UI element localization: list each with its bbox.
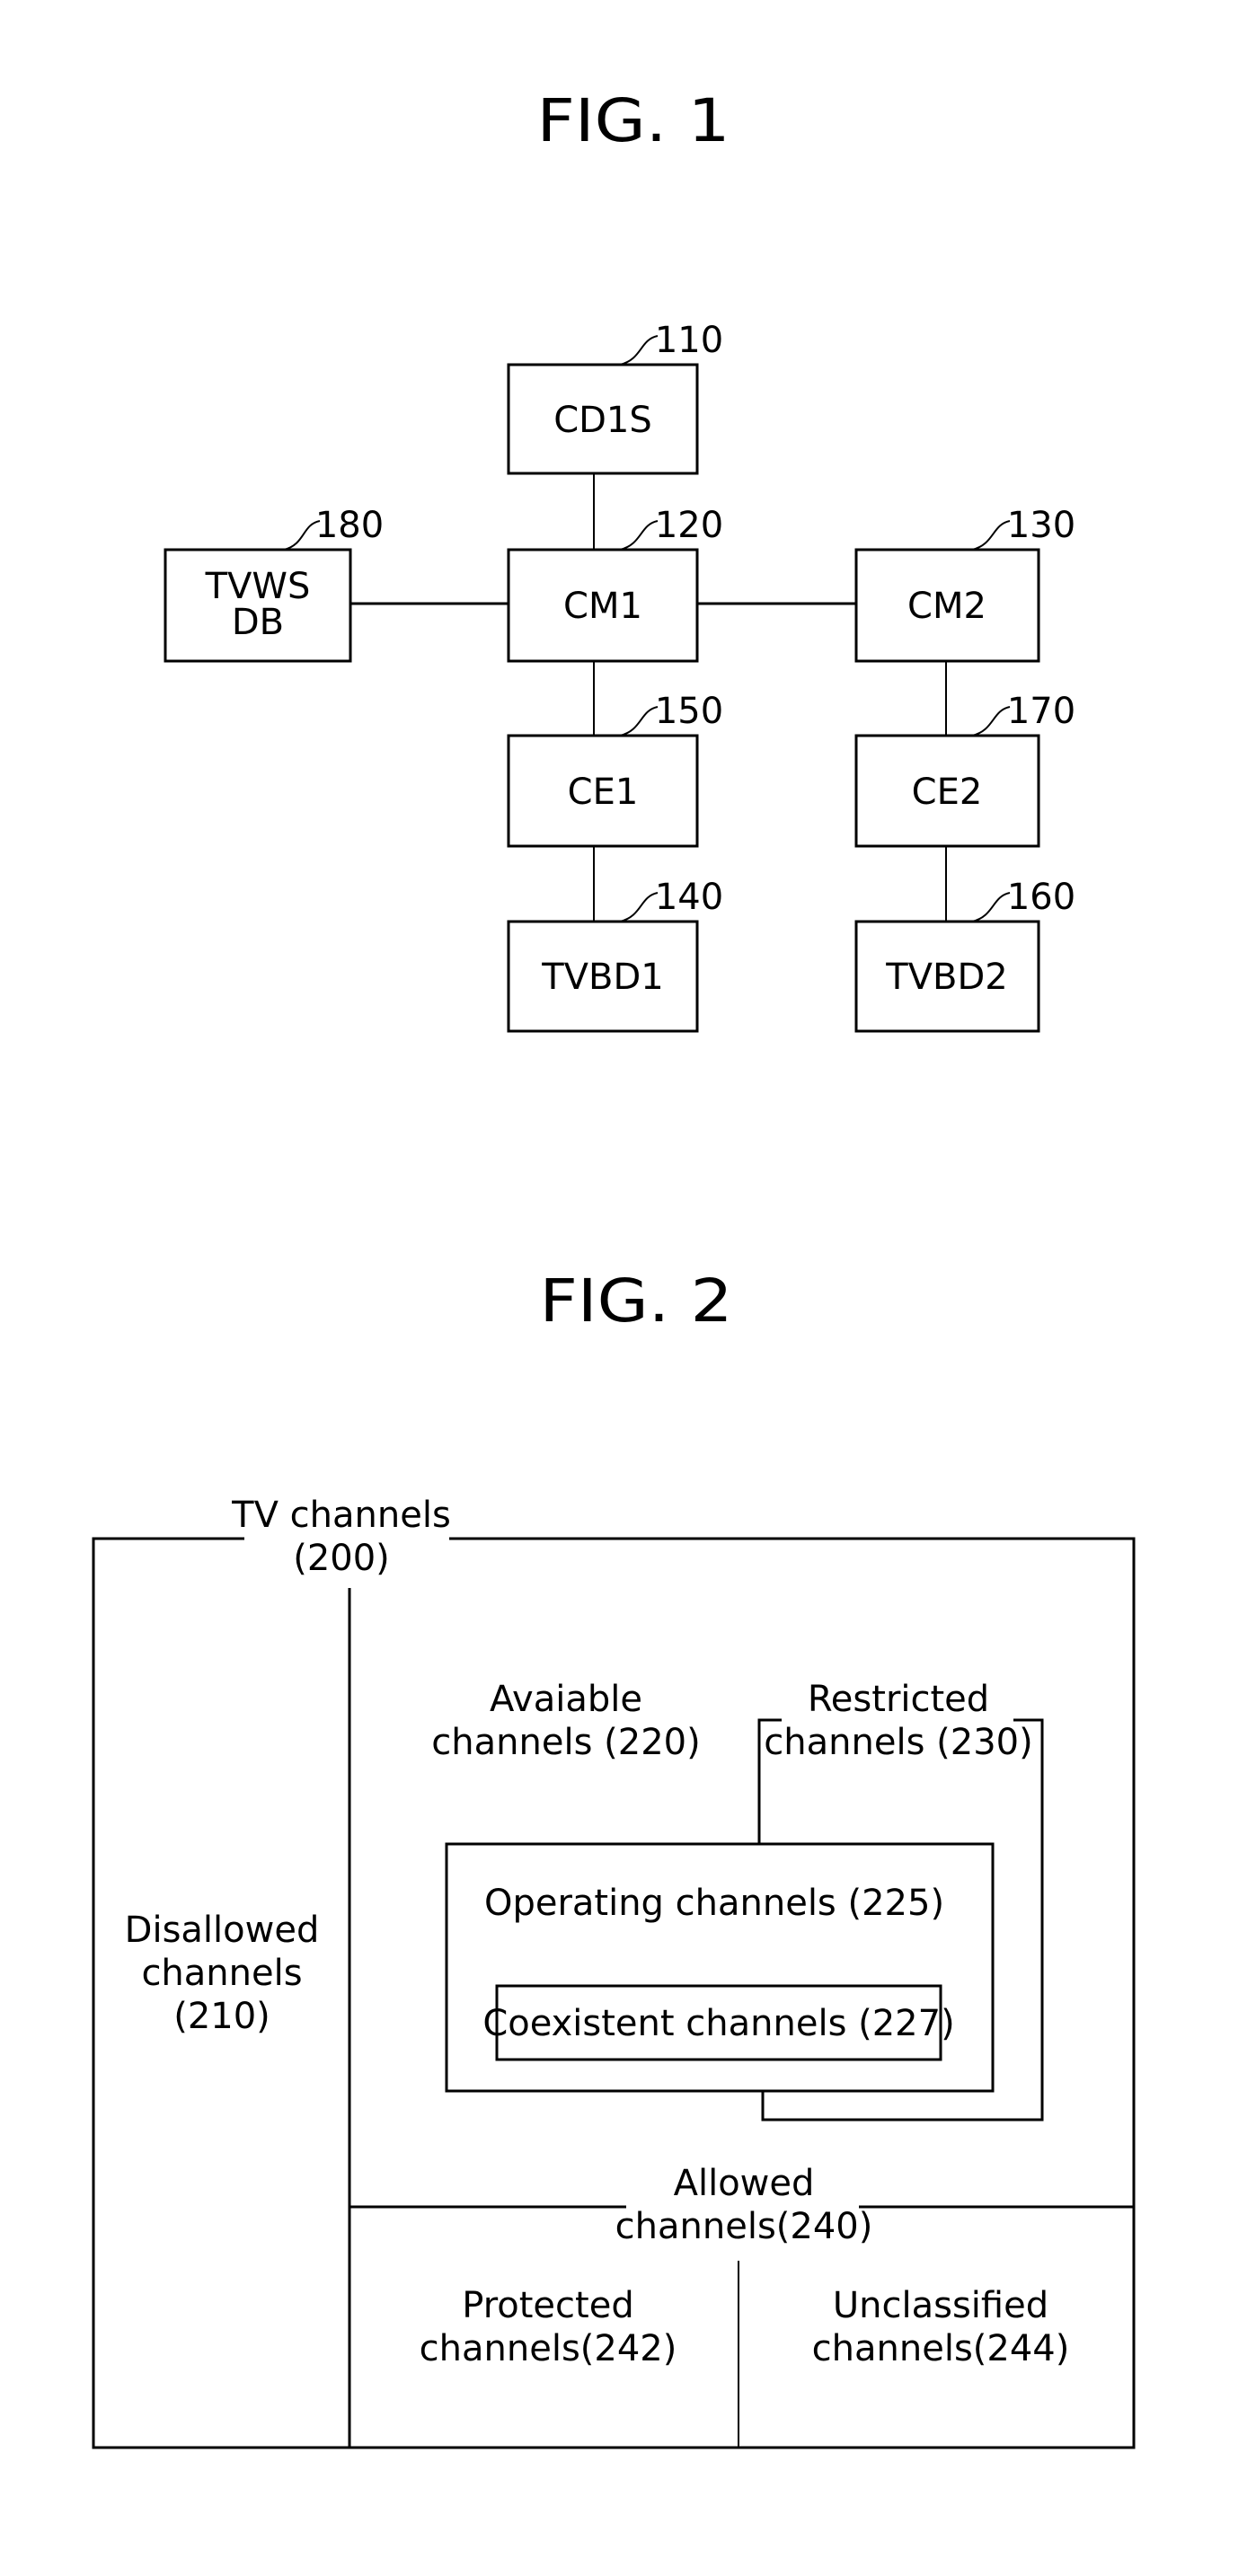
block-tvwsdb: TVWS DB 180 (164, 505, 384, 663)
available-channels-region: Avaiable channels (220) (431, 1679, 700, 1763)
ref-170: 170 (1007, 691, 1075, 732)
block-ce2-label: CE2 (912, 772, 983, 813)
block-ce1: CE1 150 (507, 691, 723, 848)
leader-line-120 (619, 520, 659, 551)
unclassified-label-line1: Unclassified (833, 2285, 1048, 2326)
ref-130: 130 (1007, 505, 1075, 546)
tv-channels-label-line1: TV channels (231, 1495, 451, 1536)
coexistent-label: Coexistent channels (227) (482, 2003, 954, 2044)
operating-label: Operating channels (225) (484, 1883, 944, 1924)
block-tvwsdb-label-line2: DB (232, 602, 284, 643)
leader-line-130 (971, 520, 1011, 551)
block-tvbd1-label: TVBD1 (541, 957, 664, 998)
leader-line-140 (619, 892, 659, 922)
protected-label-line2: channels(242) (420, 2328, 677, 2369)
ref-150: 150 (655, 691, 723, 732)
protected-label-line1: Protected (462, 2285, 633, 2326)
coexistent-channels-region: Coexistent channels (227) (482, 1984, 955, 2061)
block-tvbd2: TVBD2 160 (854, 877, 1075, 1033)
ref-140: 140 (655, 877, 723, 918)
block-cd1s: CD1S 110 (507, 320, 723, 475)
disallowed-channels-region: Disallowed channels (210) (125, 1910, 320, 2037)
block-cm2: CM2 130 (854, 505, 1075, 663)
ref-110: 110 (655, 320, 723, 361)
allowed-channels-region: Allowed channels(240) (349, 2163, 1134, 2247)
restricted-label-line1: Restricted (808, 1679, 989, 1720)
allowed-label-line1: Allowed (674, 2163, 815, 2204)
leader-line-170 (971, 706, 1011, 737)
restricted-label-line2: channels (230) (764, 1722, 1032, 1763)
block-cm1-label: CM1 (563, 586, 642, 627)
leader-line-150 (619, 706, 659, 737)
fig2-title: FIG. 2 (540, 1266, 733, 1336)
ref-120: 120 (655, 505, 723, 546)
tv-channels-label-line2: (200) (293, 1538, 390, 1579)
available-label-line2: channels (220) (431, 1722, 700, 1763)
fig1-connections (349, 472, 947, 922)
leader-line-110 (619, 335, 659, 366)
disallowed-label-line1: Disallowed (125, 1910, 320, 1951)
block-ce2: CE2 170 (854, 691, 1075, 848)
leader-line-160 (971, 892, 1011, 922)
block-cd1s-label: CD1S (553, 400, 652, 441)
protected-channels-region: Protected channels(242) (420, 2285, 677, 2369)
allowed-label-line2: channels(240) (615, 2206, 873, 2247)
block-ce1-label: CE1 (568, 772, 639, 813)
available-label-line1: Avaiable (490, 1679, 642, 1720)
disallowed-label-line2: channels (141, 1953, 302, 1994)
fig1-title: FIG. 1 (537, 86, 730, 155)
unclassified-label-line2: channels(244) (812, 2328, 1070, 2369)
ref-160: 160 (1007, 877, 1075, 918)
disallowed-label-line3: (210) (173, 1996, 270, 2037)
patent-drawing-sheet: FIG. 1 CD1S 110 CM1 120 CM2 130 TVWS DB … (92, 86, 1136, 2449)
ref-180: 180 (315, 505, 384, 546)
unclassified-channels-region: Unclassified channels(244) (812, 2285, 1070, 2369)
block-tvbd1: TVBD1 140 (507, 877, 723, 1033)
block-cm1: CM1 120 (507, 505, 723, 663)
block-cm2-label: CM2 (907, 586, 986, 627)
block-tvbd2-label: TVBD2 (885, 957, 1008, 998)
